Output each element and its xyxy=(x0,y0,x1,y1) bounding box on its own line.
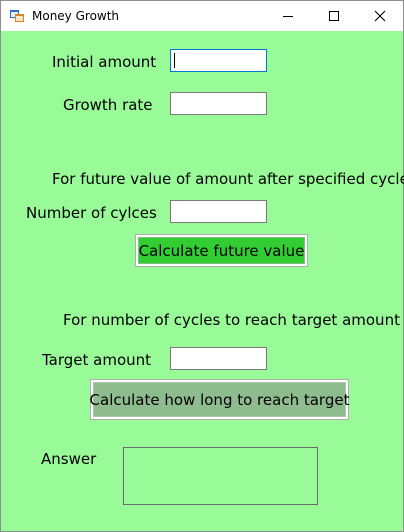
title-bar[interactable]: Money Growth xyxy=(1,1,403,31)
maximize-button[interactable] xyxy=(311,1,357,31)
window-title: Money Growth xyxy=(32,9,120,23)
minimize-icon xyxy=(283,16,293,17)
app-window: Money Growth Initial amount Growth rate xyxy=(0,0,404,532)
number-of-cycles-input[interactable] xyxy=(170,200,267,223)
target-amount-label: Target amount xyxy=(42,351,152,369)
initial-amount-input[interactable] xyxy=(170,49,267,72)
close-button[interactable] xyxy=(357,1,403,31)
form-client-area: Initial amount Growth rate For future va… xyxy=(1,31,404,531)
maximize-icon xyxy=(329,11,339,21)
target-section-heading: For number of cycles to reach target amo… xyxy=(63,311,400,329)
future-value-section-heading: For future value of amount after specifi… xyxy=(52,170,404,188)
initial-amount-label: Initial amount xyxy=(52,53,157,71)
number-of-cycles-label: Number of cylces xyxy=(26,204,157,222)
calculate-target-button[interactable]: Calculate how long to reach target xyxy=(90,379,349,420)
answer-output-box xyxy=(123,447,318,505)
target-amount-input[interactable] xyxy=(170,347,267,370)
growth-rate-label: Growth rate xyxy=(63,96,153,114)
calculate-future-value-button[interactable]: Calculate future value xyxy=(135,234,308,267)
winforms-app-icon xyxy=(10,10,24,22)
minimize-button[interactable] xyxy=(265,1,311,31)
close-icon xyxy=(374,10,386,22)
growth-rate-input[interactable] xyxy=(170,92,267,115)
answer-label: Answer xyxy=(41,450,97,468)
text-caret xyxy=(174,53,175,68)
